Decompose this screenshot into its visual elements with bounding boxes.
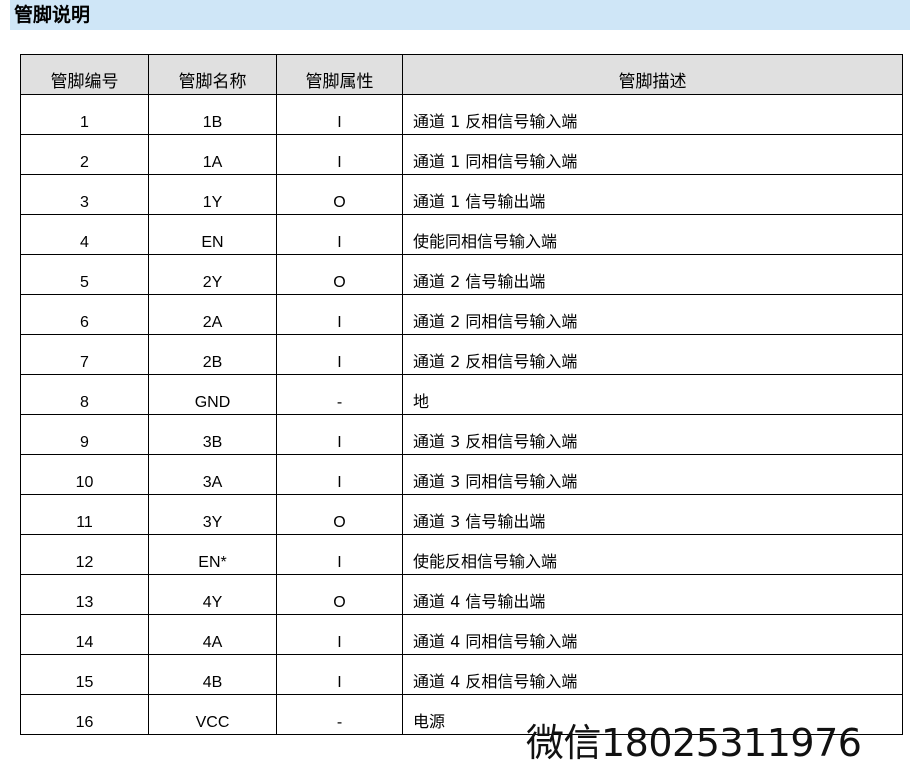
pin-name-cell: 3Y <box>148 494 277 535</box>
pin-number-cell: 13 <box>20 574 149 615</box>
pin-name-cell: GND <box>148 374 277 415</box>
pin-description-cell: 通道 4 反相信号输入端 <box>402 654 903 695</box>
pin-number-cell: 16 <box>20 694 149 735</box>
pin-description-cell: 通道 2 同相信号输入端 <box>402 294 903 335</box>
pin-attribute-cell: I <box>276 294 403 335</box>
pin-description-cell: 通道 4 信号输出端 <box>402 574 903 615</box>
pin-number-cell: 2 <box>20 134 149 175</box>
pin-description-cell: 通道 3 信号输出端 <box>402 494 903 535</box>
pin-description-cell: 使能同相信号输入端 <box>402 214 903 255</box>
pin-number-cell: 14 <box>20 614 149 655</box>
pin-number-cell: 5 <box>20 254 149 295</box>
pin-name-cell: 1Y <box>148 174 277 215</box>
pin-attribute-cell: O <box>276 254 403 295</box>
pin-name-cell: 2Y <box>148 254 277 295</box>
pin-attribute-cell: O <box>276 574 403 615</box>
pin-attribute-cell: I <box>276 94 403 135</box>
pin-description-cell: 通道 2 反相信号输入端 <box>402 334 903 375</box>
table-row: 12 EN* I 使能反相信号输入端 <box>20 534 903 575</box>
pin-number-cell: 15 <box>20 654 149 695</box>
pin-number-cell: 7 <box>20 334 149 375</box>
pin-description-cell: 通道 2 信号输出端 <box>402 254 903 295</box>
pin-description-cell: 使能反相信号输入端 <box>402 534 903 575</box>
pin-attribute-cell: I <box>276 534 403 575</box>
table-row: 5 2Y O 通道 2 信号输出端 <box>20 254 903 295</box>
section-title: 管脚说明 <box>10 0 910 30</box>
pin-description-cell: 地 <box>402 374 903 415</box>
table-row: 10 3A I 通道 3 同相信号输入端 <box>20 454 903 495</box>
table-row: 1 1B I 通道 1 反相信号输入端 <box>20 94 903 135</box>
pin-description-cell: 通道 1 同相信号输入端 <box>402 134 903 175</box>
table-row: 4 EN I 使能同相信号输入端 <box>20 214 903 255</box>
pin-description-cell: 通道 1 反相信号输入端 <box>402 94 903 135</box>
header-pin-attribute: 管脚属性 <box>276 54 403 95</box>
pin-number-cell: 9 <box>20 414 149 455</box>
header-pin-description: 管脚描述 <box>402 54 903 95</box>
pin-name-cell: 4A <box>148 614 277 655</box>
table-header-row: 管脚编号 管脚名称 管脚属性 管脚描述 <box>20 54 903 95</box>
table-row: 2 1A I 通道 1 同相信号输入端 <box>20 134 903 175</box>
pin-number-cell: 11 <box>20 494 149 535</box>
pin-name-cell: 4B <box>148 654 277 695</box>
pin-name-cell: EN <box>148 214 277 255</box>
pin-number-cell: 4 <box>20 214 149 255</box>
pin-attribute-cell: I <box>276 654 403 695</box>
pin-attribute-cell: I <box>276 214 403 255</box>
pin-number-cell: 12 <box>20 534 149 575</box>
table-row: 8 GND - 地 <box>20 374 903 415</box>
table-row: 6 2A I 通道 2 同相信号输入端 <box>20 294 903 335</box>
pin-description-cell: 通道 3 同相信号输入端 <box>402 454 903 495</box>
table-row: 14 4A I 通道 4 同相信号输入端 <box>20 614 903 655</box>
pin-number-cell: 10 <box>20 454 149 495</box>
pin-description-cell: 通道 4 同相信号输入端 <box>402 614 903 655</box>
pin-number-cell: 1 <box>20 94 149 135</box>
pin-attribute-cell: I <box>276 614 403 655</box>
watermark-text: 微信18025311976 <box>526 721 862 765</box>
pin-attribute-cell: I <box>276 334 403 375</box>
header-pin-number: 管脚编号 <box>20 54 149 95</box>
pin-name-cell: 2B <box>148 334 277 375</box>
pin-attribute-cell: I <box>276 134 403 175</box>
table-row: 13 4Y O 通道 4 信号输出端 <box>20 574 903 615</box>
pin-name-cell: 1B <box>148 94 277 135</box>
table-row: 3 1Y O 通道 1 信号输出端 <box>20 174 903 215</box>
table-row: 11 3Y O 通道 3 信号输出端 <box>20 494 903 535</box>
pin-name-cell: VCC <box>148 694 277 735</box>
pin-name-cell: 3A <box>148 454 277 495</box>
pin-attribute-cell: O <box>276 494 403 535</box>
table-row: 15 4B I 通道 4 反相信号输入端 <box>20 654 903 695</box>
pin-attribute-cell: - <box>276 374 403 415</box>
pin-name-cell: EN* <box>148 534 277 575</box>
pin-description-cell: 通道 1 信号输出端 <box>402 174 903 215</box>
table-row: 7 2B I 通道 2 反相信号输入端 <box>20 334 903 375</box>
pin-number-cell: 3 <box>20 174 149 215</box>
pin-number-cell: 6 <box>20 294 149 335</box>
pin-description-table: 管脚编号 管脚名称 管脚属性 管脚描述 1 1B I 通道 1 反相信号输入端 2 1A I… <box>20 54 903 735</box>
pin-attribute-cell: O <box>276 174 403 215</box>
pin-name-cell: 4Y <box>148 574 277 615</box>
table-row: 9 3B I 通道 3 反相信号输入端 <box>20 414 903 455</box>
pin-attribute-cell: I <box>276 414 403 455</box>
pin-number-cell: 8 <box>20 374 149 415</box>
pin-name-cell: 1A <box>148 134 277 175</box>
pin-description-cell: 通道 3 反相信号输入端 <box>402 414 903 455</box>
pin-name-cell: 3B <box>148 414 277 455</box>
pin-name-cell: 2A <box>148 294 277 335</box>
header-pin-name: 管脚名称 <box>148 54 277 95</box>
pin-attribute-cell: - <box>276 694 403 735</box>
pin-attribute-cell: I <box>276 454 403 495</box>
